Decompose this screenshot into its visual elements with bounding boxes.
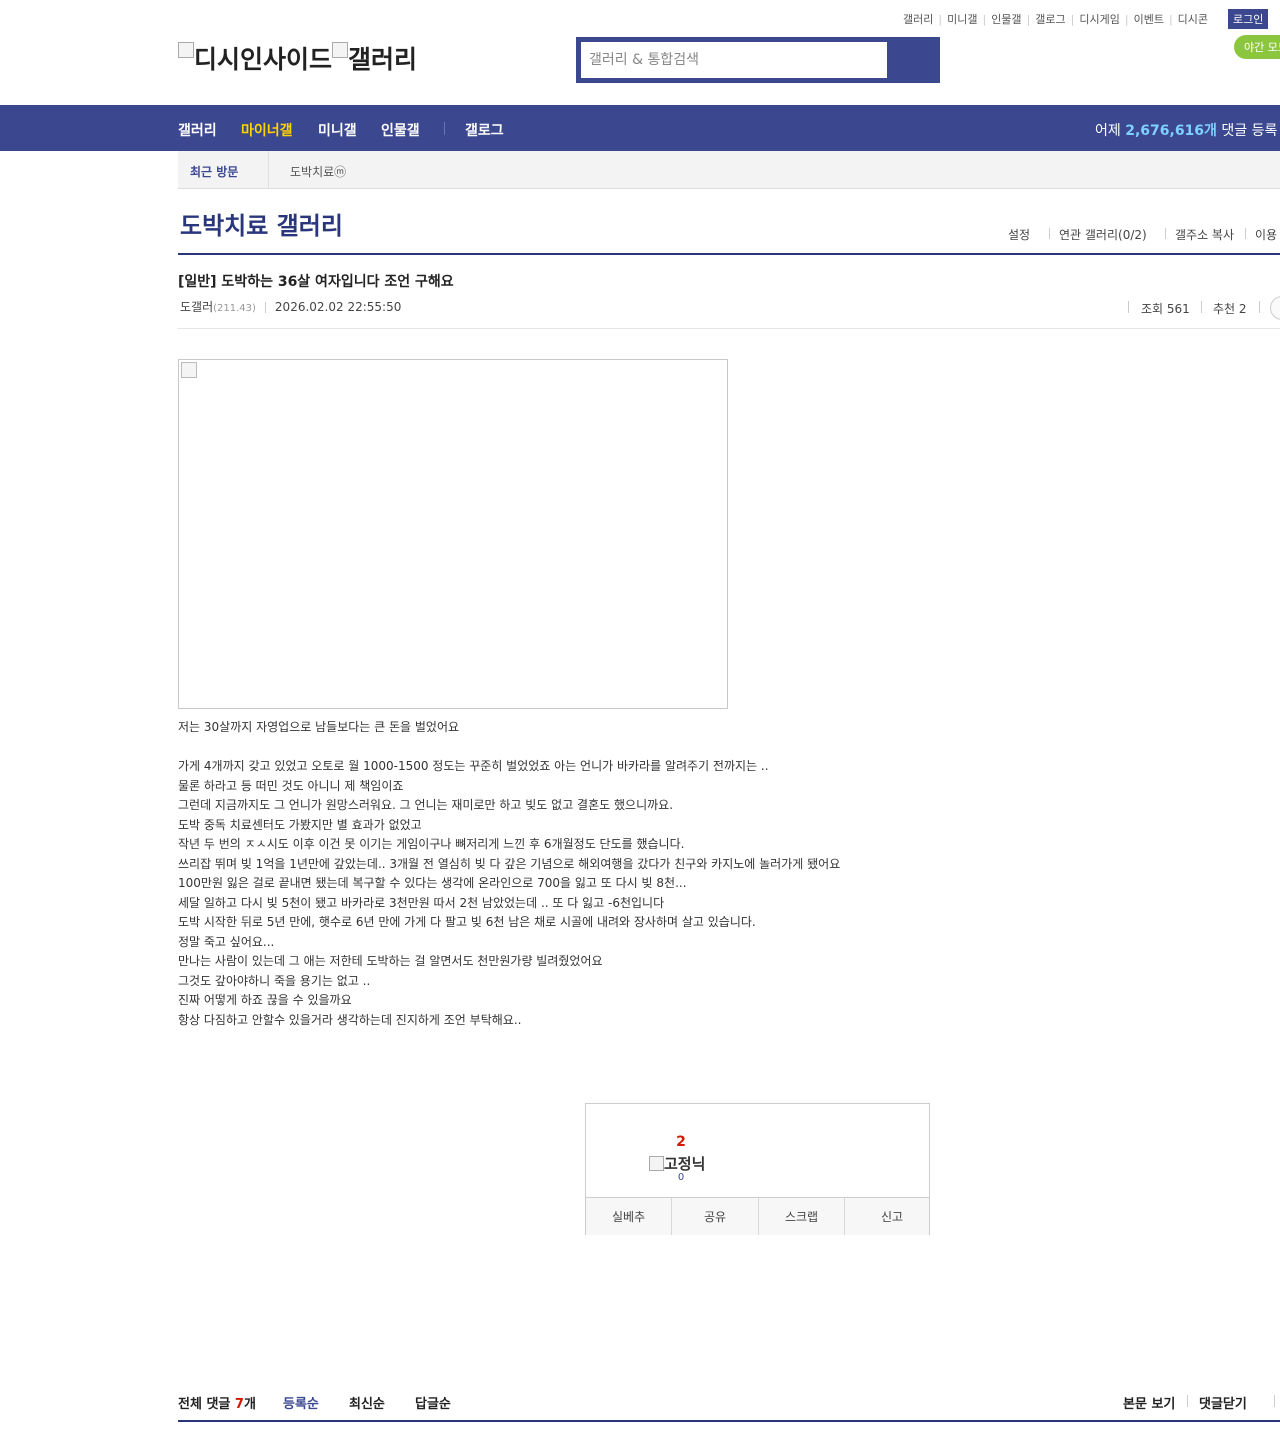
comment-head-divider (1187, 1395, 1188, 1407)
count-prefix: 어제 (1095, 123, 1121, 139)
post-views: 조회 561 (1141, 302, 1190, 316)
post-body-line: 진짜 어떻게 하죠 끊을 수 있을까요 (178, 993, 352, 1007)
nav-gallog[interactable]: 갤로그 (465, 120, 504, 140)
comment-total-prefix: 전체 댓글 (178, 1397, 231, 1412)
count-suffix: 댓글 등록 (1221, 123, 1278, 139)
broken-image-icon (181, 362, 197, 378)
share-icon[interactable] (1270, 296, 1280, 320)
post-body-line (178, 738, 840, 758)
recommend-box: 2 고정닉 0 실베추 공유 스크랩 신고 (585, 1103, 930, 1235)
share-button[interactable]: 공유 (672, 1198, 758, 1235)
util-link-game[interactable]: 디시게임 (1079, 13, 1119, 26)
recommend-count: 2 (676, 1134, 686, 1150)
util-link-gallog[interactable]: 갤로그 (1035, 13, 1065, 26)
close-comments-link[interactable]: 댓글닫기 (1199, 1393, 1247, 1412)
nav-mini-gallery[interactable]: 미니갤 (318, 120, 357, 140)
stat-divider (1128, 301, 1129, 313)
best-recommend-button[interactable]: 실베추 (586, 1198, 671, 1235)
fixed-nick-recommend[interactable]: 고정닉 (649, 1153, 705, 1174)
top-util-links: 갤러리 | 미니갤 | 인물갤 | 갤로그 | 디시게임 | 이벤트 | 디시콘 (903, 13, 1209, 26)
site-logo[interactable]: 디시인사이드 갤러리 (178, 40, 417, 76)
util-link-gallery[interactable]: 갤러리 (903, 13, 933, 26)
comment-head-divider (1274, 1395, 1275, 1407)
post-body-line: 항상 다짐하고 안할수 있을거라 생각하는데 진지하게 조언 부탁해요.. (178, 1012, 522, 1027)
login-button[interactable]: 로그인 (1228, 9, 1269, 29)
post-body-line: 도박 시작한 뒤로 5년 만에, 햇수로 6년 만에 가게 다 팔고 빚 6천 … (178, 915, 756, 929)
recommend-actions: 실베추 공유 스크랩 신고 (586, 1197, 929, 1235)
comment-total: 전체 댓글 7개 (178, 1393, 256, 1412)
title-underline (178, 253, 1280, 255)
post-image[interactable] (178, 359, 728, 709)
recent-visits-label[interactable]: 최근 방문 (190, 163, 238, 180)
nav-divider (444, 122, 445, 135)
logo-alt-gallery: 갤러리 (348, 45, 418, 74)
post-body-line: 그런데 지금까지도 그 언니가 원망스러워요. 그 언니는 재미로만 하고 빚도… (178, 798, 674, 812)
copy-gallery-address-link[interactable]: 갤주소 복사 (1175, 226, 1234, 243)
post-date: 2026.02.02 22:55:50 (274, 300, 402, 314)
report-button[interactable]: 신고 (845, 1198, 929, 1235)
post-title: [일반] 도박하는 36살 여자입니다 조언 구해요 (178, 274, 454, 290)
post-body-line: 작년 두 번의 ㅈㅅ시도 이후 이건 못 이기는 게임이구나 뼈저리게 느낀 후… (178, 837, 685, 851)
comment-total-count: 7 (234, 1397, 244, 1412)
logo-alt-dcinside: 디시인사이드 (194, 45, 333, 74)
fixed-nick-count: 0 (677, 1172, 685, 1183)
menu-divider (1049, 228, 1050, 239)
menu-divider (1165, 228, 1166, 239)
post-body-line: 가게 4개까지 갖고 있었고 오토로 월 1000-1500 정도는 꾸준히 벌… (178, 759, 769, 773)
recent-visits-bar: 최근 방문 도박치료ⓜ (178, 151, 1280, 189)
comment-count-stat: 어제 2,676,616개 댓글 등록 (1095, 120, 1277, 140)
util-link-event[interactable]: 이벤트 (1134, 13, 1164, 26)
post-body-line: 100만원 잃은 걸로 끝내면 됐는데 복구할 수 있다는 생각에 온라인으로 … (178, 876, 687, 890)
post-body-line: 그것도 갚아야하니 죽을 용기는 없고 .. (178, 973, 371, 988)
search-button[interactable] (894, 42, 934, 78)
fixed-nick-label: 고정닉 (664, 1155, 706, 1173)
post-author-ip: (211.43) (213, 303, 256, 314)
main-nav: 갤러리 마이너갤 미니갤 인물갤 갤로그 어제 2,676,616개 댓글 등록 (0, 105, 1280, 151)
sort-by-registered[interactable]: 등록순 (283, 1393, 319, 1412)
post-header-divider (178, 328, 1280, 329)
nav-minor-gallery[interactable]: 마이너갤 (241, 120, 293, 140)
util-link-person[interactable]: 인물갤 (991, 13, 1021, 26)
comment-total-suffix: 개 (243, 1397, 256, 1412)
broken-image-icon (178, 42, 194, 58)
count-value: 2,676,616개 (1125, 123, 1217, 139)
stat-divider (1201, 301, 1202, 313)
sort-by-latest[interactable]: 최신순 (349, 1393, 385, 1412)
night-mode-button[interactable]: 야간 모드 (1234, 35, 1280, 59)
post-body-line: 쓰리잡 뛰며 빚 1억을 1년만에 갚았는데.. 3개월 전 열심히 빚 다 갚… (178, 856, 841, 871)
post-body-line: 세달 일하고 다시 빚 5천이 됐고 바카라로 3천만원 따서 2천 남았었는데… (178, 895, 665, 910)
gallery-settings-link[interactable]: 설정 (1008, 226, 1030, 243)
menu-divider (1245, 228, 1246, 239)
post-recommends: 추천 2 (1213, 302, 1247, 316)
comment-header-underline (178, 1420, 1280, 1422)
post-body-line: 만나는 사람이 있는데 그 애는 저한테 도박하는 걸 알면서도 천만원가량 빌… (178, 954, 603, 968)
search-box (576, 37, 940, 83)
nav-gallery[interactable]: 갤러리 (178, 120, 217, 140)
post-author[interactable]: 도갤러 (180, 300, 213, 314)
search-input[interactable] (581, 42, 887, 78)
recent-divider (268, 151, 269, 188)
post-body-line: 정말 죽고 싶어요... (178, 934, 275, 949)
post-body: 저는 30살까지 자영업으로 남들보다는 큰 돈을 벌었어요 가게 4개까지 갖… (178, 718, 840, 1030)
view-body-link[interactable]: 본문 보기 (1123, 1393, 1175, 1412)
post-body-line: 물론 하라고 등 떠민 것도 아니니 제 책임이죠 (178, 778, 404, 793)
scrap-button[interactable]: 스크랩 (759, 1198, 844, 1235)
post-meta: 도갤러(211.43) 2026.02.02 22:55:50 (180, 298, 401, 315)
gallery-usage-link[interactable]: 이용 (1255, 226, 1277, 243)
broken-image-icon (649, 1155, 664, 1171)
related-gallery-link[interactable]: 연관 갤러리(0/2) (1059, 226, 1147, 243)
gallery-title[interactable]: 도박치료 갤러리 (180, 206, 343, 241)
recent-gallery-link[interactable]: 도박치료ⓜ (290, 163, 346, 180)
post-body-line: 도박 중독 치료센터도 가봤지만 별 효과가 없었고 (178, 817, 422, 832)
util-link-minor[interactable]: 미니갤 (947, 13, 977, 26)
stat-divider (1259, 301, 1260, 313)
sort-by-replies[interactable]: 답글순 (415, 1393, 451, 1412)
broken-image-icon (332, 42, 349, 58)
nav-person-gallery[interactable]: 인물갤 (381, 120, 420, 140)
util-link-dccon[interactable]: 디시콘 (1178, 13, 1208, 26)
post-body-line: 저는 30살까지 자영업으로 남들보다는 큰 돈을 벌었어요 (178, 720, 460, 734)
